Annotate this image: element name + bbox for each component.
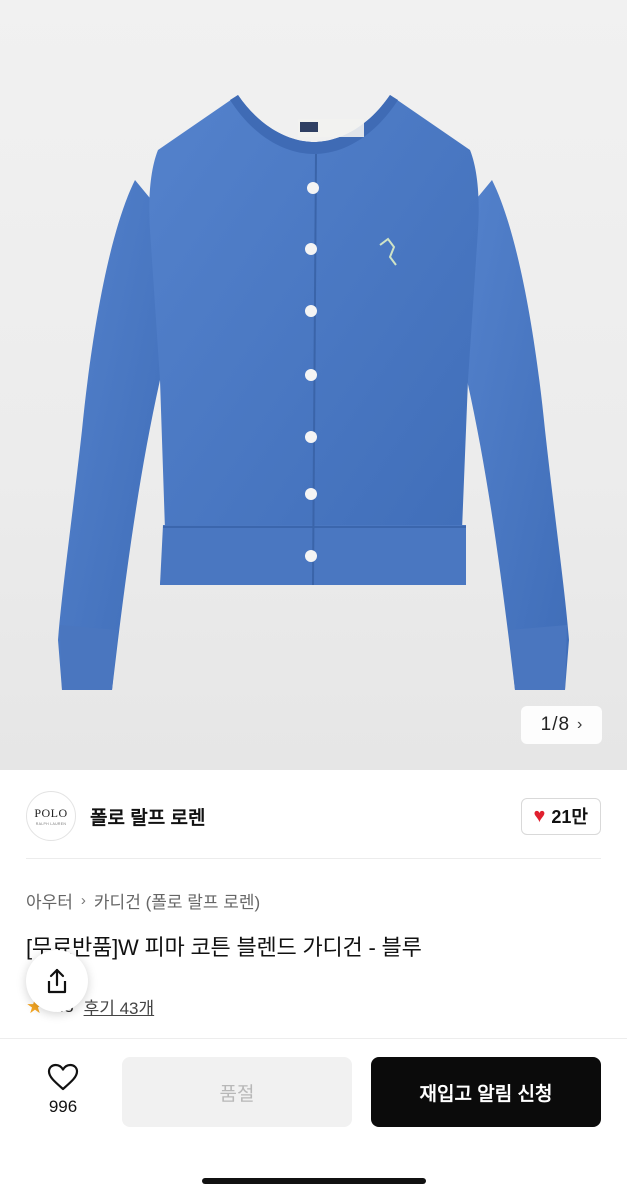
home-indicator xyxy=(202,1178,426,1184)
share-button[interactable] xyxy=(26,950,88,1012)
share-icon xyxy=(47,968,67,994)
breadcrumb: 아우터 › 카디건 (폴로 랄프 로렌) xyxy=(26,888,260,913)
heart-outline-icon xyxy=(47,1063,79,1091)
pager-current: 1 xyxy=(540,714,552,735)
soldout-button: 품절 xyxy=(122,1057,352,1127)
restock-alert-button[interactable]: 재입고 알림 신청 xyxy=(371,1057,601,1127)
breadcrumb-subcategory[interactable]: 카디건 (폴로 랄프 로렌) xyxy=(94,888,260,913)
product-title: [무료반품]W 피마 코튼 블렌드 가디건 - 블루 xyxy=(26,935,422,960)
brand-like-button[interactable]: ♥ 21만 xyxy=(520,797,601,835)
divider xyxy=(26,858,601,859)
chevron-right-icon: › xyxy=(80,892,86,909)
brand-logo-subtext: RALPH LAUREN xyxy=(35,822,67,826)
brand-row: POLO RALPH LAUREN 폴로 랄프 로렌 ♥ 21만 xyxy=(26,790,601,842)
pager-separator: / xyxy=(552,714,558,735)
pager-total: 8 xyxy=(558,714,570,735)
wishlist-count: 996 xyxy=(48,1097,78,1116)
product-image-carousel[interactable]: 1/8 › xyxy=(0,0,627,770)
chevron-right-icon[interactable]: › xyxy=(577,716,582,734)
brand-name[interactable]: 폴로 랄프 로렌 xyxy=(90,803,205,830)
reviews-link[interactable]: 후기 43개 xyxy=(84,994,155,1019)
wishlist-button[interactable]: 996 xyxy=(30,1058,96,1122)
brand-logo-text: POLO xyxy=(34,806,68,820)
image-pager[interactable]: 1/8 › xyxy=(521,706,602,744)
cardigan-image xyxy=(58,95,569,690)
brand-like-count: 21만 xyxy=(551,807,588,827)
heart-icon: ♥ xyxy=(533,805,546,827)
brand-logo[interactable]: POLO RALPH LAUREN xyxy=(26,791,76,841)
breadcrumb-category[interactable]: 아우터 xyxy=(26,888,73,913)
